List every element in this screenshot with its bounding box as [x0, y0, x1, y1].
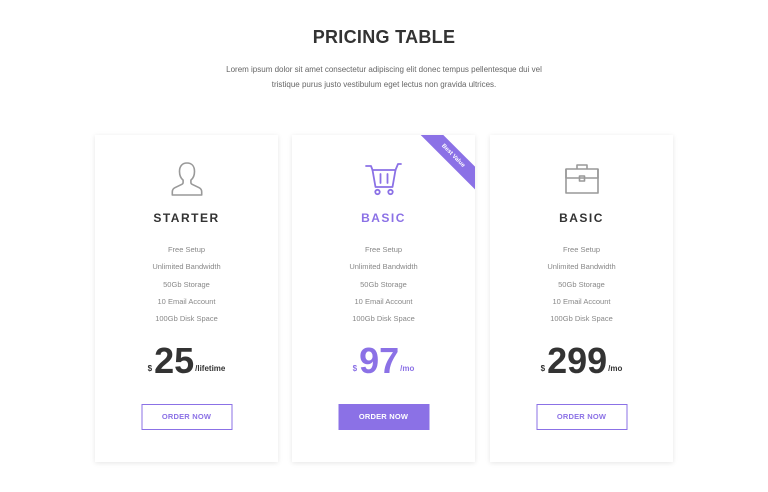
price-currency: $ — [352, 364, 358, 373]
order-now-button[interactable]: ORDER NOW — [536, 404, 627, 430]
pricing-card-basic-featured: Best Value BASIC Free Setup Unlimited Ba… — [292, 135, 475, 462]
feature-item: 100Gb Disk Space — [155, 314, 218, 324]
price: $ 25 /lifetime — [95, 340, 278, 380]
order-now-button[interactable]: ORDER NOW — [141, 404, 232, 430]
order-now-button[interactable]: ORDER NOW — [338, 404, 429, 430]
plan-name: BASIC — [361, 211, 406, 225]
pricing-card-basic: BASIC Free Setup Unlimited Bandwidth 50G… — [490, 135, 673, 462]
plan-name: BASIC — [559, 211, 604, 225]
price-currency: $ — [147, 364, 153, 373]
price-period: /mo — [608, 364, 623, 373]
price-period: /mo — [400, 364, 415, 373]
feature-list: Free Setup Unlimited Bandwidth 50Gb Stor… — [292, 241, 475, 327]
price: $ 299 /mo — [490, 340, 673, 380]
price-currency: $ — [540, 364, 546, 373]
feature-item: 10 Email Account — [552, 296, 611, 306]
feature-list: Free Setup Unlimited Bandwidth 50Gb Stor… — [490, 241, 673, 327]
feature-item: Free Setup — [167, 245, 206, 254]
ribbon-label: Best Value — [416, 135, 475, 193]
feature-item: 50Gb Storage — [558, 279, 605, 289]
price-amount: 299 — [547, 340, 608, 381]
price-period: /lifetime — [195, 364, 226, 373]
best-value-ribbon: Best Value — [415, 135, 475, 195]
feature-item: Free Setup — [364, 245, 403, 254]
pricing-card-starter: STARTER Free Setup Unlimited Bandwidth 5… — [95, 135, 278, 462]
feature-item: 10 Email Account — [354, 296, 413, 306]
feature-item: 50Gb Storage — [360, 279, 407, 289]
feature-item: Free Setup — [562, 245, 601, 254]
shopping-cart-icon — [364, 159, 404, 199]
price-amount: 97 — [359, 340, 400, 381]
plan-name: STARTER — [153, 211, 220, 225]
price: $ 97 /mo — [292, 340, 475, 380]
feature-list: Free Setup Unlimited Bandwidth 50Gb Stor… — [95, 241, 278, 327]
user-icon — [167, 159, 207, 199]
page-header: PRICING TABLE Lorem ipsum dolor sit amet… — [0, 27, 768, 92]
feature-item: 100Gb Disk Space — [550, 314, 613, 324]
page-title: PRICING TABLE — [312, 27, 456, 47]
feature-item: Unlimited Bandwidth — [152, 262, 221, 272]
feature-item: 50Gb Storage — [163, 279, 210, 289]
feature-item: 10 Email Account — [157, 296, 216, 306]
feature-item: Unlimited Bandwidth — [547, 262, 616, 272]
feature-item: Unlimited Bandwidth — [349, 262, 418, 272]
feature-item: 100Gb Disk Space — [352, 314, 415, 324]
price-amount: 25 — [154, 340, 195, 381]
briefcase-icon — [562, 159, 602, 199]
page-subtitle: Lorem ipsum dolor sit amet consectetur a… — [226, 65, 542, 89]
